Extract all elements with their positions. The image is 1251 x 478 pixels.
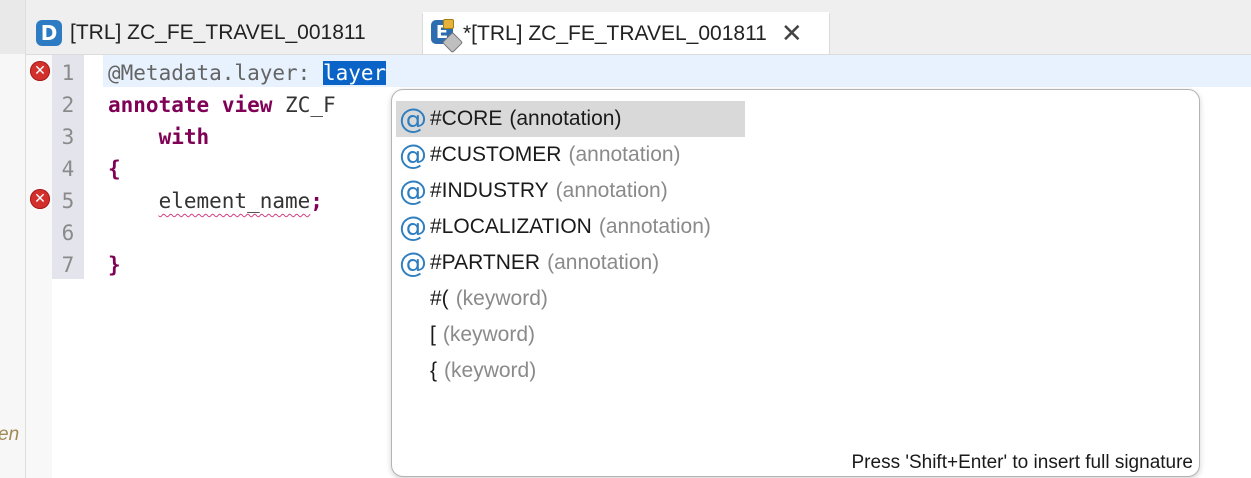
view-name: ZC_F — [285, 93, 336, 117]
keyword: annotate — [108, 93, 210, 117]
left-panel-header — [0, 0, 25, 54]
proposal-keyword-hash-paren[interactable]: #( (keyword) — [396, 281, 548, 317]
line-number: 6 — [61, 221, 75, 245]
tab-label: *[TRL] ZC_FE_TRAVEL_001811 — [463, 22, 767, 45]
annotation-icon: @ — [399, 246, 427, 279]
proposal-qualifier: (keyword) — [442, 323, 536, 346]
selected-text: layer — [322, 61, 387, 85]
proposal-partner[interactable]: @ #PARTNER (annotation) — [396, 245, 659, 281]
ddl-source-icon: D — [36, 20, 62, 46]
brace: { — [108, 157, 121, 181]
line-number: 3 — [61, 125, 75, 149]
metadata-annotation: @Metadata.layer: — [108, 61, 323, 85]
line-number: 1 — [61, 61, 75, 85]
lock-icon — [443, 19, 454, 29]
left-side-panel: en — [0, 0, 26, 478]
tab-label: [TRL] ZC_FE_TRAVEL_001811 — [70, 21, 366, 44]
proposal-label: [ — [430, 323, 436, 346]
proposal-qualifier: (annotation) — [547, 251, 660, 274]
proposal-qualifier: (keyword) — [444, 359, 537, 382]
popup-status-text: Press 'Shift+Enter' to insert full signa… — [851, 452, 1194, 473]
annotation-icon: @ — [399, 174, 427, 207]
proposal-label: #LOCALIZATION — [430, 215, 592, 238]
proposal-qualifier: (keyword) — [455, 287, 548, 310]
proposal-label: #CUSTOMER — [430, 143, 562, 166]
code-line-4[interactable]: { — [108, 153, 121, 185]
brace: } — [108, 253, 121, 277]
proposal-label: #( — [430, 287, 449, 310]
annotation-ruler[interactable] — [26, 55, 52, 478]
code-line-3[interactable]: with — [108, 121, 210, 153]
line-number: 4 — [61, 157, 75, 181]
editor-tab-bar: D [TRL] ZC_FE_TRAVEL_001811 E *[TRL] ZC_… — [26, 0, 1251, 55]
proposal-industry[interactable]: @ #INDUSTRY (annotation) — [396, 173, 668, 209]
proposal-label: #CORE — [430, 107, 503, 130]
annotation-icon: @ — [399, 138, 427, 171]
left-panel-text-fragment: en — [0, 424, 20, 445]
line-number: 5 — [61, 189, 75, 213]
code-line-5[interactable]: element_name; — [108, 185, 323, 217]
metadata-extension-icon: E — [431, 19, 464, 54]
semicolon: ; — [310, 189, 323, 213]
code-line-2[interactable]: annotate view ZC_F — [108, 89, 336, 121]
annotation-icon: @ — [399, 102, 427, 135]
line-number: 2 — [61, 93, 75, 117]
proposal-customer[interactable]: @ #CUSTOMER (annotation) — [396, 137, 681, 173]
keyword: view — [221, 93, 273, 117]
tab-ddl-source[interactable]: D [TRL] ZC_FE_TRAVEL_001811 — [36, 12, 416, 54]
proposal-keyword-bracket[interactable]: [ (keyword) — [396, 317, 535, 353]
element-name-error: element_name — [158, 189, 311, 213]
line-number-ruler: 1 2 3 4 5 6 7 — [52, 55, 84, 279]
code-line-7[interactable]: } — [108, 249, 121, 281]
proposal-label: { — [430, 359, 438, 382]
close-icon[interactable]: ✕ — [781, 21, 803, 47]
error-icon[interactable]: ✕ — [30, 61, 50, 81]
proposal-qualifier: (annotation) — [555, 179, 668, 202]
proposal-localization[interactable]: @ #LOCALIZATION (annotation) — [396, 209, 711, 245]
error-icon[interactable]: ✕ — [30, 189, 50, 209]
editor-window: en D [TRL] ZC_FE_TRAVEL_001811 E *[TRL] … — [0, 0, 1251, 478]
annotation-icon: @ — [399, 210, 427, 243]
tab-metadata-extension[interactable]: E *[TRL] ZC_FE_TRAVEL_001811 ✕ — [422, 12, 830, 54]
code-line-1[interactable]: @Metadata.layer: layer — [108, 57, 387, 89]
proposal-label: #PARTNER — [430, 251, 541, 274]
line-number: 7 — [61, 253, 75, 277]
keyword: with — [158, 125, 210, 149]
proposal-qualifier: (annotation) — [509, 107, 622, 130]
content-assist-popup: @ #CORE (annotation) @ #CUSTOMER (annota… — [391, 89, 1200, 477]
proposal-keyword-brace[interactable]: { (keyword) — [396, 353, 536, 389]
proposal-core[interactable]: @ #CORE (annotation) — [396, 101, 745, 137]
proposal-qualifier: (annotation) — [598, 215, 711, 238]
proposal-qualifier: (annotation) — [568, 143, 681, 166]
proposal-label: #INDUSTRY — [430, 179, 549, 202]
